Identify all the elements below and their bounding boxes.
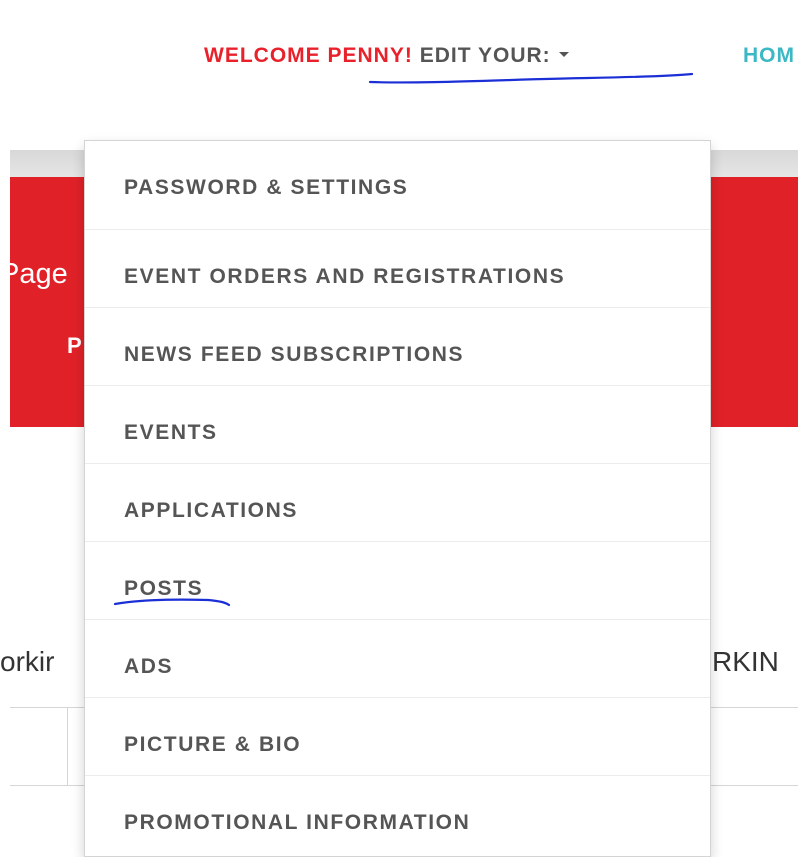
page: WELCOME PENNY! EDIT YOUR: HOM Page P ork… <box>0 0 798 857</box>
edit-your-dropdown-menu: PASSWORD & SETTINGS EVENT ORDERS AND REG… <box>84 140 711 857</box>
annotation-underline <box>368 72 694 84</box>
dropdown-list: PASSWORD & SETTINGS EVENT ORDERS AND REG… <box>85 141 710 854</box>
nav-link-home[interactable]: HOM <box>743 44 795 68</box>
menu-item-picture-bio[interactable]: PICTURE & BIO <box>85 698 710 776</box>
banner-title-fragment: Page <box>0 258 68 290</box>
section-heading-fragment-left: orkir <box>0 646 55 677</box>
annotation-underline-posts <box>113 598 231 607</box>
menu-item-news-feed-subscriptions[interactable]: NEWS FEED SUBSCRIPTIONS <box>85 308 710 386</box>
menu-item-password-settings[interactable]: PASSWORD & SETTINGS <box>85 141 710 230</box>
menu-item-events[interactable]: EVENTS <box>85 386 710 464</box>
user-name: PENNY! <box>327 44 413 67</box>
menu-item-applications[interactable]: APPLICATIONS <box>85 464 710 542</box>
menu-item-ads[interactable]: ADS <box>85 620 710 698</box>
user-menu-toggle[interactable]: WELCOME PENNY! EDIT YOUR: <box>204 44 569 68</box>
menu-item-promotional-information[interactable]: PROMOTIONAL INFORMATION <box>85 776 710 854</box>
menu-item-event-orders[interactable]: EVENT ORDERS AND REGISTRATIONS <box>85 230 710 308</box>
caret-down-icon <box>558 52 569 58</box>
welcome-prefix: WELCOME <box>204 44 328 67</box>
banner-subtitle-fragment: P <box>67 333 82 358</box>
top-nav: WELCOME PENNY! EDIT YOUR: HOM <box>0 0 798 120</box>
edit-your-label: EDIT YOUR: <box>412 44 551 67</box>
section-heading-fragment-right: RKIN <box>712 646 779 677</box>
table-column-divider <box>67 707 68 785</box>
